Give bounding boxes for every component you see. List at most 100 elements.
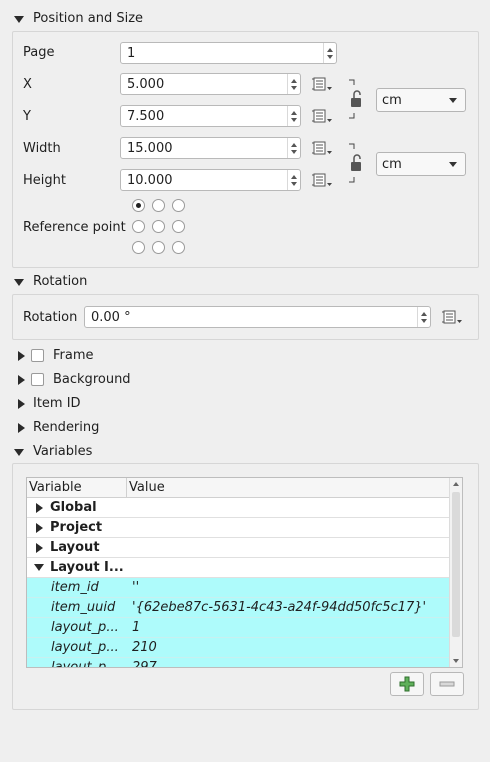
tree-group-row[interactable]: Global	[27, 498, 450, 518]
x-spinbox[interactable]: 5.000	[120, 73, 301, 95]
section-item-id-header[interactable]: Item ID	[0, 394, 490, 414]
variable-name: item_uuid	[51, 600, 116, 615]
section-title: Background	[53, 372, 131, 387]
x-spin-arrows[interactable]	[287, 74, 300, 94]
variable-row[interactable]: layout_p... 297	[27, 658, 450, 668]
tree-group-row[interactable]: Layout	[27, 538, 450, 558]
ref-point-bottom-left[interactable]	[132, 241, 145, 254]
background-checkbox[interactable]	[31, 373, 44, 386]
size-unit-value: cm	[382, 156, 402, 172]
collapse-arrow-icon[interactable]	[13, 446, 25, 458]
height-data-defined-button[interactable]	[310, 169, 334, 191]
section-rendering-header[interactable]: Rendering	[0, 418, 490, 438]
variable-value: ''	[132, 580, 140, 595]
position-unit-combo[interactable]: cm	[376, 88, 466, 112]
y-label: Y	[23, 109, 31, 124]
unlock-icon	[349, 79, 361, 119]
column-header-value[interactable]: Value	[129, 480, 165, 495]
rotation-value[interactable]: 0.00 °	[85, 310, 417, 325]
page-spinbox[interactable]: 1	[120, 42, 337, 64]
section-title: Rendering	[33, 420, 100, 435]
minus-icon	[439, 681, 455, 687]
remove-variable-button[interactable]	[430, 672, 464, 696]
ref-point-bottom-center[interactable]	[152, 241, 165, 254]
expand-arrow-icon[interactable]	[15, 350, 27, 362]
collapse-arrow-icon[interactable]	[13, 13, 25, 25]
y-spin-arrows[interactable]	[287, 106, 300, 126]
tree-group-row[interactable]: Layout I...	[27, 558, 450, 578]
variable-value: 1	[132, 620, 141, 635]
group-label: Global	[50, 500, 97, 515]
size-lock-button[interactable]	[346, 143, 366, 183]
y-value[interactable]: 7.500	[121, 109, 287, 124]
collapse-arrow-icon[interactable]	[13, 276, 25, 288]
expand-arrow-icon[interactable]	[15, 422, 27, 434]
section-position-size-header[interactable]: Position and Size	[0, 9, 490, 29]
scroll-up-icon[interactable]	[453, 482, 459, 486]
y-spinbox[interactable]: 7.500	[120, 105, 301, 127]
expand-arrow-icon[interactable]	[34, 522, 44, 534]
expand-arrow-icon[interactable]	[34, 502, 44, 514]
width-spinbox[interactable]: 15.000	[120, 137, 301, 159]
scrollbar-thumb[interactable]	[452, 492, 460, 637]
width-label: Width	[23, 141, 61, 156]
section-background-header[interactable]: Background	[0, 370, 490, 390]
reference-point-label: Reference point	[23, 220, 126, 235]
column-header-variable[interactable]: Variable	[29, 480, 82, 495]
collapse-arrow-icon[interactable]	[34, 562, 44, 574]
variable-name: layout_p...	[51, 640, 119, 655]
data-defined-icon	[312, 109, 332, 123]
ref-point-top-right[interactable]	[172, 199, 185, 212]
height-value[interactable]: 10.000	[121, 173, 287, 188]
x-value[interactable]: 5.000	[121, 77, 287, 92]
section-rotation-header[interactable]: Rotation	[0, 272, 490, 292]
ref-point-middle-left[interactable]	[132, 220, 145, 233]
width-data-defined-button[interactable]	[310, 137, 334, 159]
position-lock-button[interactable]	[346, 79, 366, 119]
page-spin-arrows[interactable]	[323, 43, 336, 63]
x-data-defined-button[interactable]	[310, 73, 334, 95]
rotation-data-defined-button[interactable]	[440, 306, 464, 328]
add-variable-button[interactable]	[390, 672, 424, 696]
column-divider[interactable]	[126, 478, 127, 498]
page-value[interactable]: 1	[121, 46, 323, 61]
rotation-spinbox[interactable]: 0.00 °	[84, 306, 431, 328]
section-variables-header[interactable]: Variables	[0, 442, 490, 462]
ref-point-middle-center[interactable]	[152, 220, 165, 233]
rotation-label: Rotation	[23, 310, 78, 325]
size-unit-combo[interactable]: cm	[376, 152, 466, 176]
frame-checkbox[interactable]	[31, 349, 44, 362]
height-spin-arrows[interactable]	[287, 170, 300, 190]
group-label: Project	[50, 520, 103, 535]
scroll-down-icon[interactable]	[453, 659, 459, 663]
variables-tree[interactable]: Variable Value Global Project Layout Lay…	[26, 477, 463, 668]
vertical-scrollbar[interactable]	[449, 478, 462, 667]
section-frame-header[interactable]: Frame	[0, 346, 490, 366]
data-defined-icon	[442, 310, 462, 324]
variable-row[interactable]: item_id ''	[27, 578, 450, 598]
variable-row[interactable]: item_uuid '{62ebe87c-5631-4c43-a24f-94dd…	[27, 598, 450, 618]
expand-arrow-icon[interactable]	[34, 542, 44, 554]
width-value[interactable]: 15.000	[121, 141, 287, 156]
rotation-spin-arrows[interactable]	[417, 307, 430, 327]
ref-point-top-center[interactable]	[152, 199, 165, 212]
chevron-down-icon	[449, 98, 457, 103]
height-spinbox[interactable]: 10.000	[120, 169, 301, 191]
x-label: X	[23, 77, 32, 92]
variable-row[interactable]: layout_p... 210	[27, 638, 450, 658]
expand-arrow-icon[interactable]	[15, 398, 27, 410]
variable-value: 297	[132, 660, 157, 668]
section-title: Variables	[33, 444, 93, 459]
ref-point-middle-right[interactable]	[172, 220, 185, 233]
plus-icon	[399, 676, 415, 692]
y-data-defined-button[interactable]	[310, 105, 334, 127]
ref-point-top-left[interactable]	[132, 199, 145, 212]
variable-name: item_id	[51, 580, 99, 595]
group-label: Layout	[50, 540, 100, 555]
variable-row[interactable]: layout_p... 1	[27, 618, 450, 638]
ref-point-bottom-right[interactable]	[172, 241, 185, 254]
width-spin-arrows[interactable]	[287, 138, 300, 158]
tree-group-row[interactable]: Project	[27, 518, 450, 538]
data-defined-icon	[312, 77, 332, 91]
expand-arrow-icon[interactable]	[15, 374, 27, 386]
